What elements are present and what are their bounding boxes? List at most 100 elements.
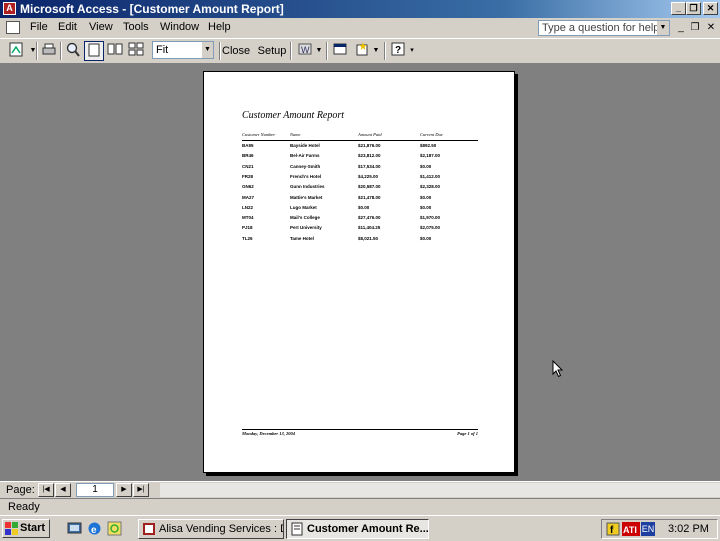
table-row: BA95 Bayside Hotel $21,876.00 $892.50 [242, 143, 478, 151]
font-tray-icon[interactable]: f [606, 522, 620, 539]
two-pages-icon[interactable] [105, 41, 125, 61]
cell-current-due: $1,412.00 [420, 173, 441, 179]
start-button[interactable]: Start [2, 519, 50, 538]
table-row: GN62 Gunn Industries $20,587.00 $2,328.00 [242, 184, 478, 192]
chevron-down-icon[interactable]: ▼ [315, 41, 323, 61]
toolbar-options-icon[interactable]: ▾ [408, 41, 416, 61]
record-navigation-bar: Page: |◀ ◀ 1 ▶ ▶| [0, 481, 720, 499]
office-links-icon[interactable]: W [295, 41, 315, 61]
cell-amount-paid: $0.00 [358, 204, 370, 210]
cell-name: Mattie's Market [290, 194, 323, 200]
cell-name: Bayside Hotel [290, 143, 320, 148]
cell-customer-number: PJ18 [242, 225, 253, 231]
windows-logo-icon [5, 522, 18, 535]
cell-amount-paid: $4,225.00 [358, 173, 379, 179]
chevron-down-icon[interactable]: ▼ [372, 41, 380, 61]
status-text: Ready [8, 501, 40, 513]
cell-current-due: $0.00 [420, 235, 432, 241]
multiple-pages-icon[interactable] [126, 41, 146, 61]
table-row: FR28 French's Hotel $4,225.00 $1,412.00 [242, 174, 478, 182]
cell-name: Gunn Industries [290, 184, 325, 190]
table-row: LN22 Lugo Market $0.00 $0.00 [242, 205, 478, 213]
header-customer-number: Customer Number [242, 132, 276, 137]
minimize-button[interactable]: _ [671, 2, 686, 15]
first-page-button[interactable]: |◀ [38, 483, 54, 497]
outlook-express-icon[interactable] [107, 521, 122, 536]
cell-customer-number: TL26 [242, 235, 253, 241]
close-preview-button[interactable]: Close [222, 41, 250, 61]
doc-minimize-button[interactable]: _ [674, 22, 688, 34]
cell-amount-paid: $27,476.00 [358, 215, 381, 221]
one-page-icon[interactable] [84, 41, 104, 61]
cell-customer-number: MA27 [242, 194, 255, 200]
language-indicator[interactable]: EN [641, 522, 655, 536]
mouse-cursor-icon [552, 359, 564, 381]
help-icon[interactable]: ? [388, 41, 408, 61]
menu-help[interactable]: Help [208, 21, 231, 33]
doc-close-button[interactable]: ✕ [704, 22, 718, 34]
access-db-icon [143, 523, 155, 535]
horizontal-scrollbar[interactable] [160, 483, 720, 497]
zoom-select[interactable]: Fit ▼ [152, 41, 214, 59]
toolbar-separator [326, 42, 328, 60]
report-header-row: Customer Number Name Amount Paid Current… [242, 132, 478, 141]
clock: 3:02 PM [668, 523, 709, 535]
new-object-icon[interactable] [352, 41, 372, 61]
taskbar-task-label: Alisa Vending Services : D... [159, 523, 284, 535]
setup-button[interactable]: Setup [257, 41, 287, 61]
menu-file[interactable]: File [30, 21, 48, 33]
cell-amount-paid: $21,478.00 [358, 194, 381, 200]
taskbar-report-button[interactable]: Customer Amount Re... [286, 519, 429, 539]
menu-window[interactable]: Window [160, 21, 199, 33]
toolbar-separator [384, 42, 386, 60]
taskbar-task-label: Customer Amount Re... [307, 523, 429, 535]
cell-current-due: $2,328.00 [420, 184, 441, 190]
menu-tools[interactable]: Tools [123, 21, 149, 33]
table-row: BR46 Bel-Air Farms $23,812.00 $2,187.00 [242, 153, 478, 161]
svg-text:?: ? [395, 45, 401, 56]
title-bar: A Microsoft Access - [Customer Amount Re… [0, 0, 720, 18]
cell-amount-paid: $8,021.50 [358, 235, 379, 241]
menu-view[interactable]: View [89, 21, 113, 33]
report-title: Customer Amount Report [242, 110, 345, 121]
table-row: TL26 Tame Hotel $8,021.50 $0.00 [242, 236, 478, 244]
menu-edit[interactable]: Edit [58, 21, 77, 33]
next-page-button[interactable]: ▶ [116, 483, 132, 497]
page-number-input[interactable]: 1 [76, 483, 114, 497]
help-search-input[interactable]: Type a question for help ▼ [538, 20, 670, 36]
show-desktop-icon[interactable] [67, 521, 82, 536]
last-page-button[interactable]: ▶| [133, 483, 149, 497]
header-amount-paid: Amount Paid [358, 132, 382, 137]
toolbar-separator [219, 42, 221, 60]
database-window-icon[interactable] [330, 41, 350, 61]
cell-current-due: $892.50 [420, 143, 437, 148]
chevron-down-icon[interactable]: ▼ [657, 21, 669, 35]
previous-page-button[interactable]: ◀ [55, 483, 71, 497]
taskbar-access-db-button[interactable]: Alisa Vending Services : D... [138, 519, 284, 539]
view-design-icon[interactable] [6, 41, 28, 61]
cell-name: Tame Hotel [290, 235, 314, 241]
toolbar-separator [60, 42, 62, 60]
cell-amount-paid: $11,404.25 [358, 225, 381, 231]
print-icon[interactable] [39, 41, 59, 61]
restore-button[interactable]: ❐ [686, 2, 701, 15]
zoom-icon[interactable] [63, 41, 83, 61]
cell-current-due: $1,970.00 [420, 215, 441, 221]
svg-text:e: e [91, 525, 97, 536]
report-doc-icon[interactable] [6, 21, 20, 34]
report-icon [291, 522, 303, 536]
doc-restore-button[interactable]: ❐ [688, 22, 702, 34]
cell-customer-number: FR28 [242, 173, 254, 179]
close-window-button[interactable]: ✕ [703, 2, 718, 15]
window-title: Microsoft Access - [Customer Amount Repo… [20, 2, 284, 16]
access-app-icon[interactable]: A [3, 2, 16, 15]
cell-name: Mail's College [290, 215, 320, 221]
cell-customer-number: CN21 [242, 163, 254, 169]
internet-explorer-icon[interactable]: e [87, 521, 102, 536]
table-row: CN21 Canney-Smith $17,534.00 $0.00 [242, 164, 478, 172]
cell-name: Bel-Air Farms [290, 153, 320, 159]
ati-tray-icon[interactable]: ATI [622, 522, 640, 539]
header-current-due: Current Due [420, 132, 443, 137]
chevron-down-icon[interactable]: ▼ [202, 42, 213, 58]
cell-name: Pert University [290, 225, 322, 231]
